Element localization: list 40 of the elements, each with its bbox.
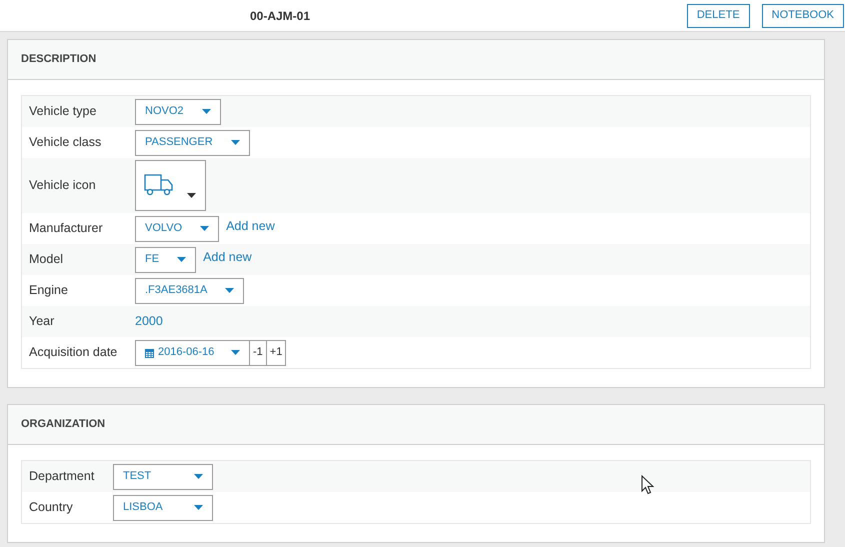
- field-label: Vehicle type: [29, 103, 98, 120]
- date-dropdown[interactable]: 2016-06-16: [135, 340, 250, 366]
- field-label: Year: [29, 313, 56, 330]
- field-label: Acquisition date: [29, 344, 118, 362]
- caret-icon: [194, 474, 203, 479]
- truck-icon: [144, 174, 174, 196]
- field-label: Vehicle class: [29, 134, 102, 152]
- caret-icon: [194, 505, 203, 510]
- add-new-link[interactable]: Add new: [203, 248, 252, 267]
- caret-icon: [187, 193, 196, 198]
- dropdown[interactable]: PASSENGER: [135, 130, 250, 156]
- icon-dropdown[interactable]: [135, 160, 206, 211]
- field-value: 2000: [135, 313, 163, 330]
- dropdown[interactable]: TEST: [113, 464, 213, 490]
- dropdown[interactable]: VOLVO: [135, 216, 220, 242]
- add-new-link[interactable]: Add new: [226, 217, 275, 236]
- dropdown[interactable]: FE: [135, 246, 196, 272]
- caret-icon: [230, 140, 240, 145]
- step-button[interactable]: +1: [266, 340, 286, 366]
- record-title: 00-AJM-01: [250, 8, 310, 24]
- caret-icon: [177, 257, 186, 262]
- toolbar-button[interactable]: NOTEBOOK: [762, 4, 844, 28]
- dropdown[interactable]: .F3AE3681A: [135, 278, 244, 304]
- calendar-icon: [145, 348, 154, 358]
- field-label: Manufacturer: [29, 220, 104, 238]
- dropdown[interactable]: LISBOA: [113, 494, 213, 520]
- step-button[interactable]: -1: [250, 340, 267, 366]
- caret-icon: [200, 226, 210, 231]
- caret-icon: [202, 109, 211, 114]
- field-label: Department: [29, 468, 96, 486]
- dropdown[interactable]: NOVO2: [135, 98, 221, 124]
- section-title: ORGANIZATION: [21, 417, 106, 432]
- caret-icon: [225, 288, 234, 293]
- field-label: Engine: [29, 282, 69, 300]
- field-label: Model: [29, 251, 64, 268]
- field-label: Vehicle icon: [29, 177, 97, 194]
- field-label: Country: [29, 499, 74, 516]
- caret-icon: [231, 350, 240, 355]
- toolbar-button[interactable]: DELETE: [686, 4, 750, 28]
- section-title: DESCRIPTION: [21, 52, 96, 68]
